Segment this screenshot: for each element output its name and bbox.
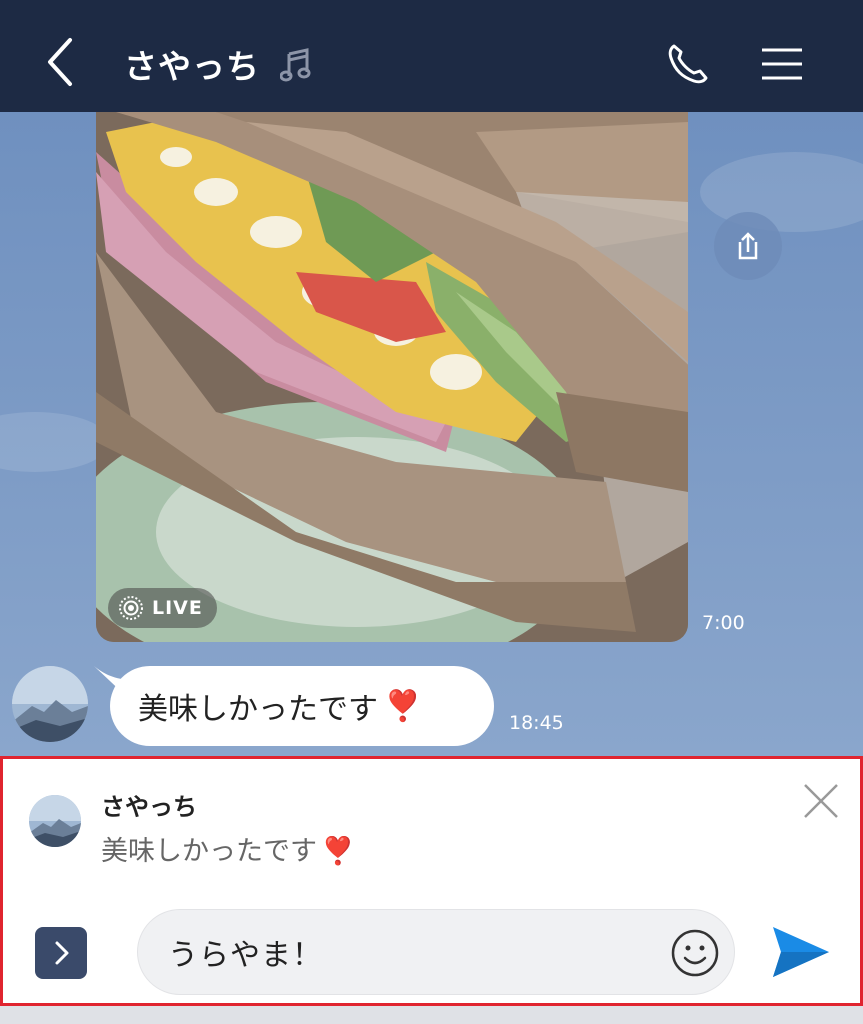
smiley-icon[interactable] bbox=[668, 926, 722, 980]
background-cloud bbox=[0, 412, 110, 472]
avatar[interactable] bbox=[12, 666, 88, 742]
live-label: LIVE bbox=[152, 597, 203, 619]
message-text: 美味しかったです bbox=[138, 692, 378, 727]
music-note-icon bbox=[279, 46, 312, 82]
bottom-strip bbox=[0, 1006, 863, 1024]
menu-icon[interactable] bbox=[760, 44, 804, 84]
message-input[interactable]: うらやま！ bbox=[137, 909, 735, 995]
heart-emoji: ❣️ bbox=[321, 836, 355, 867]
reply-sender-name: さやっち bbox=[101, 793, 197, 821]
heart-emoji: ❣️ bbox=[384, 688, 422, 724]
message-time: 7:00 bbox=[702, 612, 745, 634]
chat-header: さやっち bbox=[0, 0, 863, 112]
live-badge[interactable]: LIVE bbox=[108, 588, 217, 628]
chat-area[interactable]: LIVE 7:00 美味しかったです ❣️ 18:45 bbox=[0, 112, 863, 758]
close-icon[interactable] bbox=[801, 781, 841, 821]
share-icon bbox=[738, 232, 758, 260]
back-chevron-icon[interactable] bbox=[40, 34, 84, 90]
phone-icon[interactable] bbox=[664, 40, 712, 88]
live-icon bbox=[119, 596, 143, 620]
share-button[interactable] bbox=[714, 212, 782, 280]
message-time: 18:45 bbox=[509, 712, 564, 734]
expand-chevron-icon[interactable] bbox=[35, 927, 87, 979]
reply-quoted-text: 美味しかったです ❣️ bbox=[101, 829, 355, 868]
chat-title: さやっち bbox=[124, 47, 260, 86]
reply-composer-panel: さやっち 美味しかったです ❣️ うらやま！ bbox=[0, 756, 863, 1006]
message-input-value[interactable]: うらやま！ bbox=[168, 930, 323, 974]
reply-quoted-message: 美味しかったです bbox=[101, 836, 317, 867]
message-bubble[interactable]: 美味しかったです ❣️ bbox=[110, 666, 494, 746]
reply-avatar bbox=[29, 795, 81, 847]
sandwich-photo bbox=[96, 112, 688, 642]
photo-message[interactable]: LIVE bbox=[96, 112, 688, 642]
send-icon[interactable] bbox=[769, 923, 831, 981]
